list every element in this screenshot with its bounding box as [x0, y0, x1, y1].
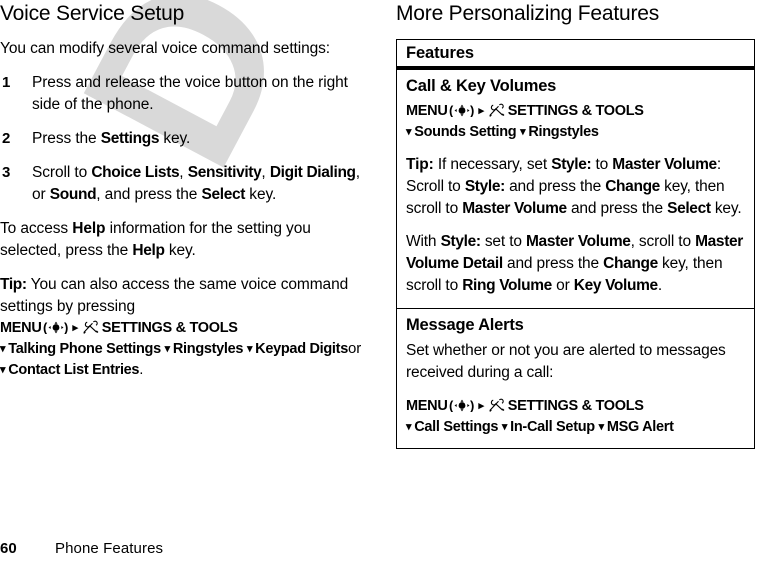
five-way-navigation-key-icon: () — [449, 399, 475, 412]
settings-tools-label: SETTINGS & TOOLS — [507, 103, 644, 119]
svg-text:(: ( — [43, 321, 48, 334]
menu-path-or: or — [347, 340, 362, 357]
table-row: Call & Key Volumes MENU() ▸ SETTINGS & TOO… — [397, 70, 754, 308]
step-item-2: 2 Press the Settings key. — [0, 128, 372, 150]
svg-text:): ) — [64, 321, 68, 334]
feature-intro-paragraph: Set whether or not you are alerted to me… — [406, 342, 726, 381]
step-item-3: 3 Scroll to Choice Lists, Sensitivity, D… — [0, 162, 372, 206]
menu-path-line-1: MENU() ▸ SETTINGS & TOOLS — [406, 101, 745, 121]
menu-item-ringstyles: Ringstyles — [528, 124, 599, 140]
path-arrow-down-icon-3: ▾ — [246, 343, 253, 355]
tip-label: Tip: — [0, 276, 27, 293]
features-table: Features Call & Key Volumes MENU() ▸ SETTI… — [396, 39, 755, 449]
path-arrow-right-icon: ▸ — [72, 322, 79, 334]
path-arrow-down-icon-1: ▾ — [406, 421, 412, 433]
step-number: 3 — [2, 164, 11, 181]
menu-path-line-1: MENU() ▸ SETTINGS & TOOLS — [0, 318, 372, 338]
help-paragraph: To access Help information for the setti… — [0, 220, 311, 259]
menu-item-contact-list-entries: Contact List Entries — [8, 362, 140, 378]
menu-path-line-3: ▾ Contact List Entries. — [0, 360, 372, 380]
page-title-voice-service-setup: Voice Service Setup — [0, 2, 185, 25]
svg-text:(: ( — [449, 104, 454, 117]
path-arrow-down-icon-1: ▾ — [406, 126, 412, 138]
tip-paragraph: Tip: You can also access the same voice … — [0, 274, 372, 318]
path-arrow-down-icon-2: ▾ — [501, 421, 508, 433]
path-arrow-right-icon: ▸ — [478, 400, 485, 412]
intro-paragraph: You can modify several voice command set… — [0, 40, 330, 57]
menu-path-line-2: ▾ Sounds Setting ▾ Ringstyles — [406, 122, 745, 142]
five-way-navigation-key-icon: () — [449, 104, 475, 117]
menu-path-line-2: ▾ Call Settings ▾ In-Call Setup ▾ MSG Alert — [406, 417, 745, 437]
path-arrow-down-icon-2: ▾ — [520, 126, 526, 138]
step-item-1: 1 Press and release the voice button on … — [0, 72, 372, 116]
settings-tools-label: SETTINGS & TOOLS — [507, 398, 644, 414]
path-arrow-right-icon: ▸ — [478, 105, 485, 117]
menu-item-sounds-setting: Sounds Setting — [414, 124, 517, 140]
menu-item-call-settings: Call Settings — [414, 419, 499, 435]
tip-text: You can also access the same voice comma… — [0, 276, 349, 315]
menu-path-line-2: ▾ Talking Phone Settings ▾ Ringstyles ▾ Key… — [0, 339, 372, 359]
svg-text:): ) — [470, 399, 474, 412]
path-arrow-down-icon-4: ▾ — [0, 364, 6, 376]
right-column: More Personalizing Features Features Cal… — [396, 0, 758, 449]
feature-tip-paragraph: Tip: If necessary, set Style: to Master … — [406, 156, 742, 217]
numbered-steps-list: 1 Press and release the voice button on … — [0, 72, 372, 206]
menu-label: MENU — [406, 103, 448, 119]
step-text: Press the Settings key. — [32, 130, 191, 147]
left-column: Voice Service Setup You can modify sever… — [0, 0, 372, 380]
menu-item-talking-phone-settings: Talking Phone Settings — [8, 341, 161, 357]
footer-page-number: 60 — [0, 540, 17, 557]
settings-tools-icon — [488, 398, 506, 412]
table-column-header-features: Features — [397, 40, 754, 70]
menu-item-keypad-digits: Keypad Digits — [255, 341, 348, 357]
page-content: Voice Service Setup You can modify sever… — [0, 0, 758, 565]
feature-detail-paragraph: With Style: set to Master Volume, scroll… — [406, 233, 743, 294]
path-arrow-down-icon-3: ▾ — [598, 421, 605, 433]
settings-tools-label: SETTINGS & TOOLS — [101, 320, 238, 336]
five-way-navigation-key-icon: () — [43, 321, 69, 334]
menu-label: MENU — [0, 320, 42, 336]
menu-item-in-call-setup: In-Call Setup — [510, 419, 595, 435]
menu-item-ringstyles: Ringstyles — [172, 341, 244, 357]
menu-path-line-1: MENU() ▸ SETTINGS & TOOLS — [406, 396, 745, 416]
path-arrow-down-icon-1: ▾ — [0, 343, 6, 355]
page-title-more-personalizing-features: More Personalizing Features — [396, 2, 660, 25]
step-number: 2 — [2, 130, 11, 147]
step-text: Scroll to Choice Lists, Sensitivity, Dig… — [32, 164, 360, 203]
svg-text:(: ( — [449, 399, 454, 412]
step-number: 1 — [2, 74, 11, 91]
settings-tools-icon — [488, 103, 506, 117]
feature-title-call-key-volumes: Call & Key Volumes — [406, 77, 557, 95]
path-arrow-down-icon-2: ▾ — [164, 343, 171, 355]
step-text: Press and release the voice button on th… — [32, 74, 348, 113]
feature-title-message-alerts: Message Alerts — [406, 316, 524, 334]
menu-path-period: . — [139, 361, 144, 378]
menu-item-msg-alert: MSG Alert — [606, 419, 674, 435]
settings-tools-icon — [82, 320, 100, 334]
footer-section-label: Phone Features — [55, 540, 164, 557]
table-row: Message Alerts Set whether or not you ar… — [397, 308, 754, 448]
menu-label: MENU — [406, 398, 448, 414]
svg-text:): ) — [470, 104, 474, 117]
